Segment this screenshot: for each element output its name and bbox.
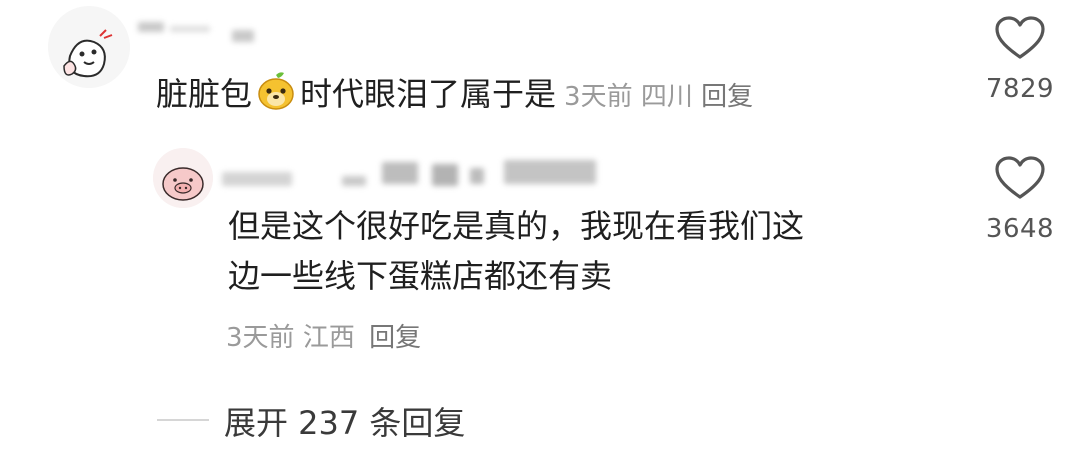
divider	[157, 419, 209, 421]
comment-text-part2: 时代眼泪了属于是	[300, 75, 557, 113]
comment-meta: 3天前 四川 回复	[564, 82, 753, 112]
reply-text-line: 边一些线下蛋糕店都还有卖	[228, 257, 613, 295]
reply-time: 3天前	[226, 323, 295, 353]
comment-text-part1: 脏脏包	[156, 75, 253, 113]
like-count: 7829	[985, 74, 1055, 104]
comment-time: 3天前	[564, 82, 633, 112]
reply-location: 江西	[302, 323, 355, 353]
heart-outline-icon	[995, 156, 1045, 199]
reply-text-line: 但是这个很好吃是真的，我现在看我们这	[228, 207, 805, 245]
comment-location: 四川	[640, 82, 693, 112]
heart-outline-icon	[995, 16, 1045, 59]
mango-face-emoji-icon	[256, 71, 296, 120]
reply-meta: 3天前 江西 回复	[226, 317, 421, 354]
like-button[interactable]: 7829	[975, 16, 1065, 104]
avatar[interactable]	[153, 148, 213, 208]
reply-button[interactable]: 回复	[369, 323, 421, 353]
like-button[interactable]: 3648	[975, 156, 1065, 244]
like-count: 3648	[985, 214, 1055, 244]
pig-avatar-icon	[153, 148, 213, 208]
reply-button[interactable]: 回复	[701, 82, 753, 112]
sticker-avatar-icon	[48, 6, 130, 88]
comment-text: 脏脏包 时代眼泪了属于是 3天前 四川 回复	[156, 71, 753, 120]
avatar[interactable]	[48, 6, 130, 88]
expand-replies-button[interactable]: 展开 237 条回复	[224, 398, 465, 444]
